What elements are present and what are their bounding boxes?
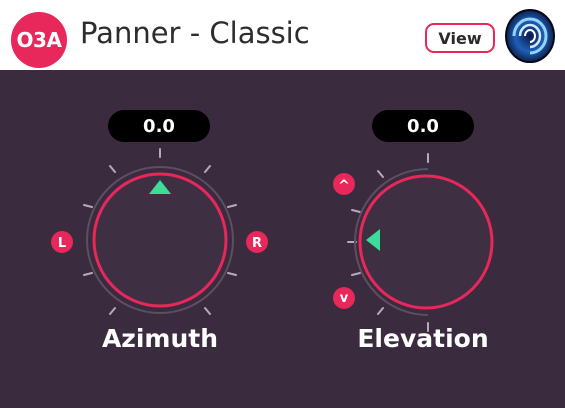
o3a-badge: O3A xyxy=(11,12,67,68)
elevation-label: Elevation xyxy=(357,324,489,353)
plugin-header: O3A Panner - Classic View xyxy=(0,0,565,70)
azimuth-label: Azimuth xyxy=(101,324,219,353)
plugin-title: Panner - Classic xyxy=(80,16,310,50)
panner-plugin: O3A Panner - Classic View 0.0 L R ^ v 0.… xyxy=(0,0,565,408)
knobs-graphic: L R ^ v xyxy=(51,148,494,332)
up-marker-label: ^ xyxy=(338,178,350,194)
view-button[interactable]: View xyxy=(425,23,495,53)
left-marker-label: L xyxy=(58,236,66,251)
down-marker-label: v xyxy=(340,291,349,306)
elevation-value[interactable]: 0.0 xyxy=(372,110,474,142)
right-marker-label: R xyxy=(252,236,262,251)
spiral-logo-icon xyxy=(505,9,555,63)
control-panel: 0.0 L R ^ v 0.0 Azimuth Elevation xyxy=(0,70,565,408)
